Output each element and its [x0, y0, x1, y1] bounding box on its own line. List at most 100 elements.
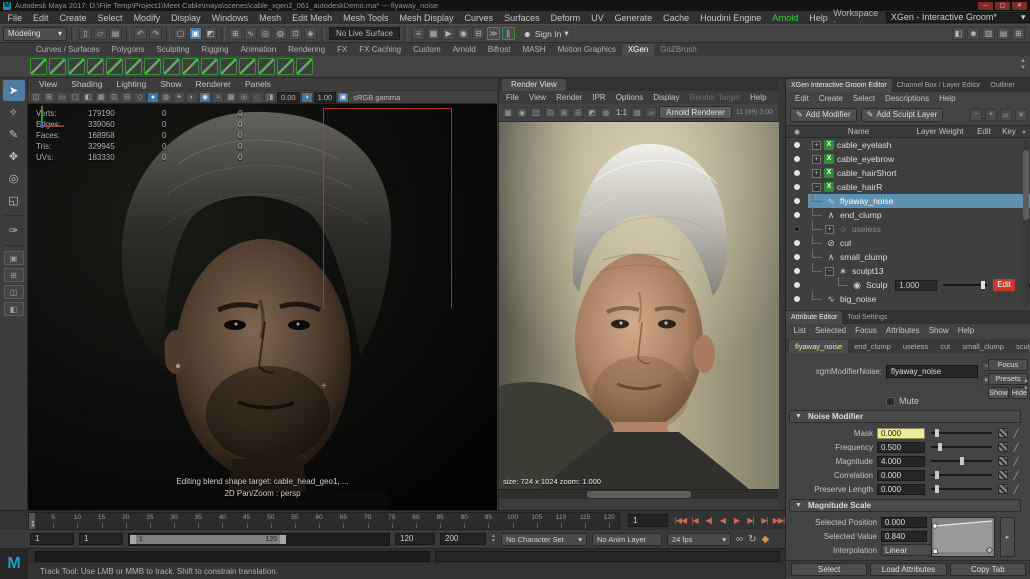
- texture-map-icon[interactable]: [998, 484, 1008, 494]
- play-forwards-icon[interactable]: ▶: [730, 514, 743, 527]
- keyable-icon[interactable]: ╱: [1011, 471, 1021, 480]
- shelf-scroll-arrows[interactable]: ▲▼: [1020, 58, 1026, 71]
- ipr-render-icon[interactable]: ◉: [457, 27, 470, 40]
- focus-button[interactable]: Focus: [988, 359, 1028, 371]
- use-all-lights-icon[interactable]: ☀: [173, 92, 185, 103]
- attr-menu-focus[interactable]: Focus: [851, 326, 882, 335]
- snap-curve-icon[interactable]: ∿: [244, 27, 257, 40]
- groom-menu-select[interactable]: Select: [848, 94, 880, 103]
- param-value-field[interactable]: 4.000: [877, 456, 925, 467]
- save-image-icon[interactable]: ▤: [631, 107, 643, 118]
- visibility-dot[interactable]: [794, 142, 800, 148]
- xgen-cut-tool-icon[interactable]: [125, 58, 142, 75]
- tree-row-content[interactable]: ∿big_noise: [808, 292, 1030, 306]
- tree-row-content[interactable]: −∗sculpt13: [808, 264, 1030, 278]
- slider-handle[interactable]: [960, 457, 964, 465]
- visibility-dot[interactable]: [794, 212, 800, 218]
- param-slider[interactable]: [931, 488, 992, 490]
- tab-channel-box-layer-editor[interactable]: Channel Box / Layer Editor: [892, 79, 986, 92]
- shelf-tab-fx[interactable]: FX: [331, 44, 353, 56]
- resolution-gate-icon[interactable]: ▢: [69, 92, 81, 103]
- film-gate-icon[interactable]: ▭: [56, 92, 68, 103]
- add-modifier-button[interactable]: ✎ Add Modifier: [790, 108, 857, 122]
- render-settings-icon[interactable]: ⊟: [472, 27, 485, 40]
- slider-handle[interactable]: [938, 443, 942, 451]
- shelf-tab-polygons[interactable]: Polygons: [106, 44, 151, 56]
- visibility-cell[interactable]: [786, 184, 808, 190]
- param-slider[interactable]: [931, 446, 992, 448]
- slider-handle[interactable]: [935, 471, 939, 479]
- fps-dropdown[interactable]: 24 fps ▾: [667, 533, 731, 546]
- shelf-tab-fx-caching[interactable]: FX Caching: [353, 44, 407, 56]
- snap-projected-center-icon[interactable]: ◍: [274, 27, 287, 40]
- menu-mesh[interactable]: Mesh: [254, 13, 287, 23]
- render-region-icon[interactable]: ⊡: [544, 107, 556, 118]
- tree-row-content[interactable]: ⊘cut: [808, 236, 1030, 250]
- node-tab-end-clump[interactable]: end_clump: [848, 340, 897, 353]
- rgb-channels-icon[interactable]: ◩: [586, 107, 598, 118]
- xgen-length-tool-icon[interactable]: [106, 58, 123, 75]
- magnitude-ramp-widget[interactable]: [931, 517, 995, 557]
- tree-row-content[interactable]: +Xcable_eyelash: [808, 138, 1030, 152]
- playback-range[interactable]: 1 120: [130, 535, 286, 544]
- menu-houdini-engine[interactable]: Houdini Engine: [695, 13, 767, 23]
- exposure-field[interactable]: 0.00: [277, 92, 300, 103]
- menu-windows[interactable]: Windows: [206, 13, 254, 23]
- shelf-tab-arnold[interactable]: Arnold: [447, 44, 482, 56]
- keyable-icon[interactable]: ╱: [1011, 457, 1021, 466]
- expander-icon[interactable]: +: [812, 155, 821, 164]
- color-management-icon[interactable]: ▣: [337, 92, 349, 103]
- open-render-view-icon[interactable]: ▦: [427, 27, 440, 40]
- viewport-menu-show[interactable]: Show: [153, 79, 188, 89]
- presets-button[interactable]: Presets: [988, 373, 1028, 385]
- redo-icon[interactable]: ↷: [149, 27, 162, 40]
- shadows-toggle-icon[interactable]: ◐: [186, 92, 198, 103]
- visibility-cell[interactable]: [786, 170, 808, 176]
- tree-row-content[interactable]: +Xcable_hairShort: [808, 166, 1030, 180]
- menu-file[interactable]: File: [2, 13, 28, 23]
- menu-help[interactable]: Help: [804, 13, 834, 23]
- node-tab-useless[interactable]: useless: [897, 340, 934, 353]
- visibility-dot[interactable]: [794, 198, 800, 204]
- xgen-noise-tool-icon[interactable]: [144, 58, 161, 75]
- tree-row-content[interactable]: ◉Sculpt Layer 11.000Edit: [808, 278, 1030, 292]
- shelf-tab-rigging[interactable]: Rigging: [195, 44, 234, 56]
- visibility-dot[interactable]: [794, 254, 800, 260]
- xgen-place-tool-icon[interactable]: [258, 58, 275, 75]
- node-tab-sculpt13[interactable]: sculpt13: [1010, 340, 1030, 353]
- tree-row-content[interactable]: +Xcable_eyebrow: [808, 152, 1030, 166]
- node-tab-cut[interactable]: cut: [934, 340, 956, 353]
- attr-menu-show[interactable]: Show: [924, 326, 953, 335]
- tool-settings-toggle-icon[interactable]: ⊞: [1012, 27, 1025, 40]
- add-sculpt-layer-button[interactable]: ✎ Add Sculpt Layer: [861, 108, 944, 122]
- menu-select[interactable]: Select: [92, 13, 128, 23]
- character-set-dropdown[interactable]: No Character Set ▾: [501, 533, 587, 546]
- visibility-dot[interactable]: [794, 296, 800, 302]
- select-hierarchy-icon[interactable]: ▢: [174, 27, 187, 40]
- selected-position-field[interactable]: 0.000: [881, 517, 927, 528]
- renderview-menu-options[interactable]: Options: [611, 93, 649, 102]
- show-button[interactable]: Show: [988, 387, 1009, 399]
- keyable-icon[interactable]: ╱: [1011, 429, 1021, 438]
- step-forward-frame-icon[interactable]: ▶|: [744, 514, 757, 527]
- viewport-menu-shading[interactable]: Shading: [64, 79, 109, 89]
- tree-row-cut[interactable]: ⊘cut: [786, 236, 1030, 250]
- load-attributes-button[interactable]: Load Attributes: [870, 563, 946, 576]
- rendered-image[interactable]: size: 724 x 1024 zoom: 1.000: [499, 122, 779, 489]
- xgen-snap-tool-icon[interactable]: [87, 58, 104, 75]
- expander-icon[interactable]: −: [812, 183, 821, 192]
- motion-blur-toggle-icon[interactable]: ≈: [212, 92, 224, 103]
- multisample-aa-icon[interactable]: ▩: [225, 92, 237, 103]
- xgen-freeze-tool-icon[interactable]: [182, 58, 199, 75]
- selected-value-field[interactable]: 0.840: [881, 531, 927, 542]
- make-live-icon[interactable]: ◈: [304, 27, 317, 40]
- depth-of-field-icon[interactable]: ◎: [238, 92, 250, 103]
- visibility-dot[interactable]: [794, 240, 800, 246]
- param-value-field[interactable]: 0.000: [877, 470, 925, 481]
- visibility-dot[interactable]: [794, 184, 800, 190]
- tree-row-content[interactable]: ∧small_clump: [808, 250, 1030, 264]
- keyable-icon[interactable]: ╱: [1011, 485, 1021, 494]
- scrollbar-thumb[interactable]: [587, 491, 691, 498]
- menu-generate[interactable]: Generate: [609, 13, 658, 23]
- slider-handle[interactable]: [935, 429, 939, 437]
